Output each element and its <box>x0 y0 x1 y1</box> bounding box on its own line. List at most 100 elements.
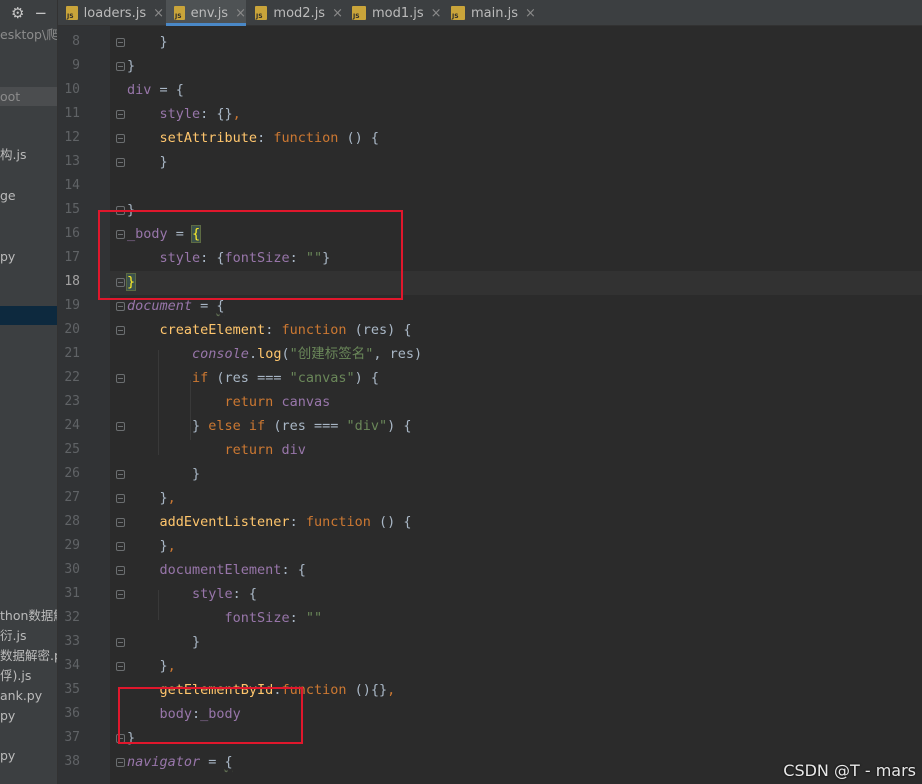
fold-marker-icon[interactable] <box>116 326 125 335</box>
close-icon[interactable]: × <box>235 6 246 21</box>
javascript-file-icon: JS <box>255 6 268 20</box>
close-icon[interactable]: × <box>153 6 164 21</box>
code-token: "div" <box>346 418 388 434</box>
javascript-file-icon: JS <box>174 6 185 20</box>
line-number: 14 <box>64 178 80 193</box>
code-line: if (res === "canvas") { <box>127 366 379 390</box>
project-tree-item[interactable]: py <box>0 247 57 267</box>
code-token: div <box>127 82 152 98</box>
code-token: () { <box>338 130 379 146</box>
code-token: style <box>192 586 233 602</box>
tab-label: mod2.js <box>273 5 326 21</box>
code-token: addEventListener <box>159 514 290 530</box>
line-number: 11 <box>64 106 80 121</box>
watermark: CSDN @T - mars <box>783 761 916 780</box>
code-token: { <box>224 754 233 770</box>
code-token: } <box>127 418 209 434</box>
fold-marker-icon[interactable] <box>116 470 125 479</box>
code-token: ) { <box>387 418 412 434</box>
project-tree-item[interactable]: oot <box>0 87 57 107</box>
code-token: , <box>232 106 241 122</box>
javascript-file-icon: JS <box>66 6 78 20</box>
indent-guide <box>158 590 159 620</box>
project-tree-item[interactable]: ge <box>0 186 57 206</box>
fold-marker-icon[interactable] <box>116 590 125 599</box>
fold-marker-icon[interactable] <box>116 494 125 503</box>
tab-main[interactable]: JS main.js × <box>443 0 536 26</box>
code-token: navigator <box>127 754 201 770</box>
code-line: } <box>127 462 200 486</box>
code-token: function <box>273 130 339 146</box>
close-icon[interactable]: × <box>431 6 442 21</box>
fold-marker-icon[interactable] <box>116 158 125 167</box>
line-number: 9 <box>72 58 80 73</box>
indent-guide <box>190 380 191 440</box>
line-number: 21 <box>64 346 80 361</box>
fold-marker-icon[interactable] <box>116 566 125 575</box>
close-icon[interactable]: × <box>332 6 343 21</box>
code-token: } <box>127 490 168 506</box>
line-number: 13 <box>64 154 80 169</box>
line-number: 20 <box>64 322 80 337</box>
project-tree-item[interactable]: esktop\爬 <box>0 25 57 45</box>
indent-guide <box>158 350 159 455</box>
code-token: "" <box>305 610 323 626</box>
fold-marker-icon[interactable] <box>116 758 125 767</box>
code-token: , <box>167 538 176 554</box>
close-icon[interactable]: × <box>525 6 536 21</box>
line-number: 19 <box>64 298 80 313</box>
fold-marker-icon[interactable] <box>116 374 125 383</box>
line-number: 26 <box>64 466 80 481</box>
project-tree-item[interactable]: py <box>0 746 57 766</box>
tab-loaders[interactable]: JS loaders.js × <box>58 0 164 26</box>
fold-marker-icon[interactable] <box>116 38 125 47</box>
tab-mod2[interactable]: JS mod2.js × <box>247 0 343 26</box>
code-token: = <box>200 754 225 770</box>
code-line: style: { <box>127 582 257 606</box>
fold-marker-icon[interactable] <box>116 422 125 431</box>
project-selected-row <box>0 306 57 325</box>
project-tree-item[interactable]: ank.py <box>0 686 57 706</box>
line-number: 28 <box>64 514 80 529</box>
tab-env[interactable]: JS env.js × <box>166 0 246 26</box>
javascript-file-icon-text: JS <box>256 13 263 20</box>
project-tree-item[interactable]: py <box>0 706 57 726</box>
code-token: } <box>127 154 168 170</box>
code-token: , <box>387 682 396 698</box>
code-token: } <box>127 634 201 650</box>
code-token: = <box>192 298 217 314</box>
code-line: style: {}, <box>127 102 241 126</box>
project-tree-item[interactable]: thon数据解 <box>0 606 57 626</box>
minus-icon[interactable]: − <box>34 5 47 21</box>
code-line: } else if (res === "div") { <box>127 414 412 438</box>
fold-marker-icon[interactable] <box>116 110 125 119</box>
code-token: () { <box>370 514 412 530</box>
fold-marker-icon[interactable] <box>116 518 125 527</box>
line-number: 38 <box>64 754 80 769</box>
fold-marker-icon[interactable] <box>116 134 125 143</box>
fold-marker-icon[interactable] <box>116 638 125 647</box>
code-token: : {} <box>200 106 233 122</box>
fold-marker-icon[interactable] <box>116 542 125 551</box>
tab-mod1[interactable]: JS mod1.js × <box>344 0 442 26</box>
fold-marker-icon[interactable] <box>116 62 125 71</box>
code-line: documentElement: { <box>127 558 306 582</box>
project-tree-item[interactable]: 俘).js <box>0 666 57 686</box>
code-token: (){} <box>346 682 388 698</box>
gear-icon[interactable]: ⚙ <box>11 5 24 21</box>
code-line: }, <box>127 654 176 678</box>
fold-marker-icon[interactable] <box>116 302 125 311</box>
project-tree-item[interactable]: 数据解密.py <box>0 646 57 666</box>
code-token: : <box>289 610 306 626</box>
code-line: fontSize: "" <box>127 606 323 630</box>
code-line: }, <box>127 534 176 558</box>
code-token: , <box>167 658 176 674</box>
project-tree-item[interactable]: 构.js <box>0 145 57 165</box>
code-token: } <box>127 658 168 674</box>
fold-marker-icon[interactable] <box>116 662 125 671</box>
project-tree-item[interactable]: 衍.js <box>0 626 57 646</box>
line-number: 23 <box>64 394 80 409</box>
javascript-file-icon-text: JS <box>353 13 360 20</box>
